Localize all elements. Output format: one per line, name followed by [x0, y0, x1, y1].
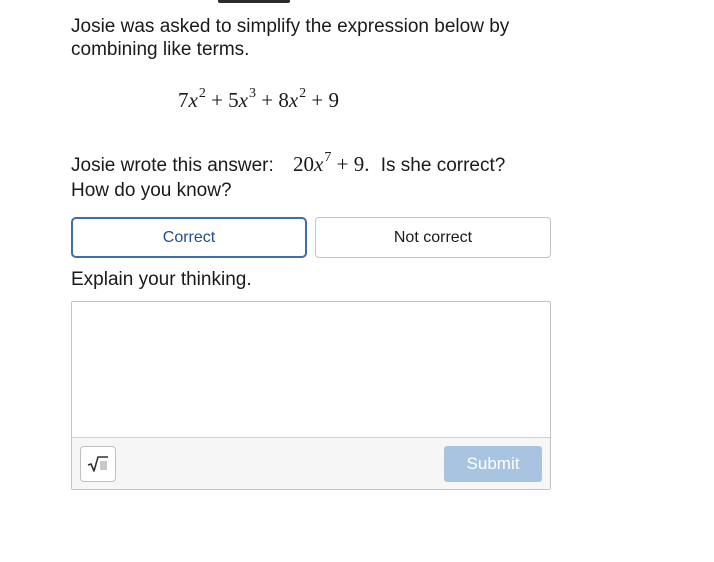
josie-answer-expression: 20x7 + 9.	[293, 150, 370, 176]
submit-button[interactable]: Submit	[444, 446, 542, 482]
given-expression: 7x2 + 5x3 + 8x2 + 9	[178, 86, 340, 113]
answer-variable: x	[314, 152, 324, 176]
answer-suffix: Is she correct?	[380, 155, 506, 176]
answer-coefficient: 20	[293, 152, 315, 176]
explanation-text-area[interactable]	[72, 302, 550, 437]
answer-line: Josie wrote this answer: 20x7 + 9. Is sh…	[71, 150, 506, 179]
term-2-variable: x	[238, 88, 248, 112]
explain-label: Explain your thinking.	[71, 269, 252, 290]
choice-not-correct-button[interactable]: Not correct	[315, 217, 551, 258]
answer-prefix: Josie wrote this answer:	[71, 155, 274, 176]
math-input-button[interactable]	[80, 446, 116, 482]
explanation-editor: Submit	[71, 301, 551, 490]
operator-1: +	[211, 88, 223, 112]
term-2-coefficient: 5	[228, 88, 239, 112]
followup-question: How do you know?	[71, 180, 232, 201]
term-3-variable: x	[288, 88, 299, 112]
question-prompt: Josie was asked to simplify the expressi…	[71, 16, 510, 60]
term-4-constant: 9	[328, 88, 340, 112]
editor-toolbar: Submit	[72, 437, 550, 489]
answer-operator: +	[336, 152, 349, 176]
square-root-icon	[87, 456, 108, 472]
operator-3: +	[311, 88, 324, 112]
term-3-exponent: 2	[299, 86, 307, 101]
answer-constant: 9	[353, 152, 365, 176]
term-1-coefficient: 7	[178, 88, 189, 112]
choice-correct-label: Correct	[162, 228, 216, 246]
scroll-edge-fragment	[218, 0, 290, 3]
term-2-exponent: 3	[249, 86, 256, 101]
choice-correct-button[interactable]: Correct	[71, 217, 307, 258]
term-1-variable: x	[188, 88, 198, 112]
answer-exponent: 7	[324, 150, 332, 165]
term-1-exponent: 2	[198, 86, 206, 101]
answer-period: .	[364, 152, 370, 176]
operator-2: +	[261, 88, 274, 112]
choice-not-correct-label: Not correct	[393, 228, 473, 246]
term-3-coefficient: 8	[278, 88, 289, 112]
